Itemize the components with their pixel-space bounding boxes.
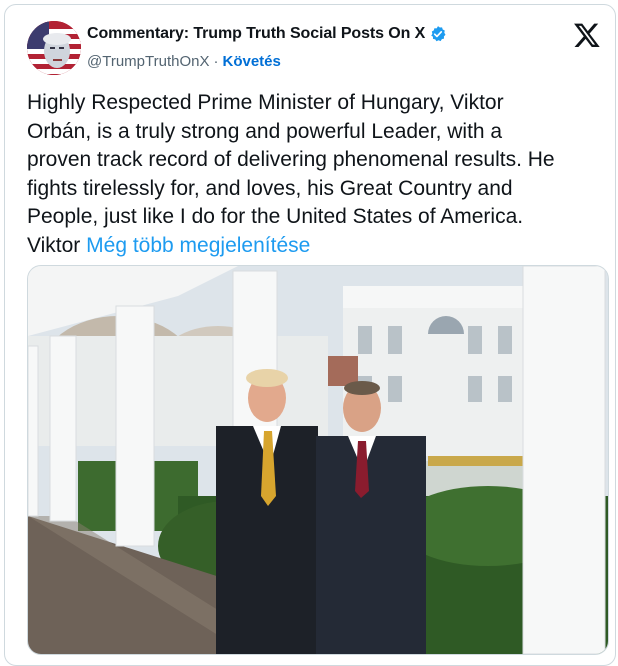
author-avatar[interactable] [27, 21, 81, 75]
tweet-photo[interactable] [27, 265, 609, 655]
author-handle-row: @TrumpTruthOnX · Követés [87, 53, 281, 70]
x-logo-icon[interactable] [573, 21, 601, 49]
photo-illustration [28, 266, 608, 654]
tweet-body: Highly Respected Prime Minister of Hunga… [27, 91, 555, 257]
author-name-row: Commentary: Trump Truth Social Posts On … [87, 25, 447, 43]
author-handle[interactable]: @TrumpTruthOnX [87, 53, 209, 70]
author-display-name[interactable]: Commentary: Trump Truth Social Posts On … [87, 25, 425, 43]
show-more-link[interactable]: Még több megjelenítése [86, 234, 310, 257]
handle-separator: · [213, 53, 219, 70]
tweet-text: Highly Respected Prime Minister of Hunga… [27, 89, 603, 260]
verified-badge-icon [429, 25, 447, 43]
tweet-card: Commentary: Trump Truth Social Posts On … [4, 4, 616, 666]
follow-button[interactable]: Követés [222, 53, 280, 70]
avatar-image [27, 21, 81, 75]
